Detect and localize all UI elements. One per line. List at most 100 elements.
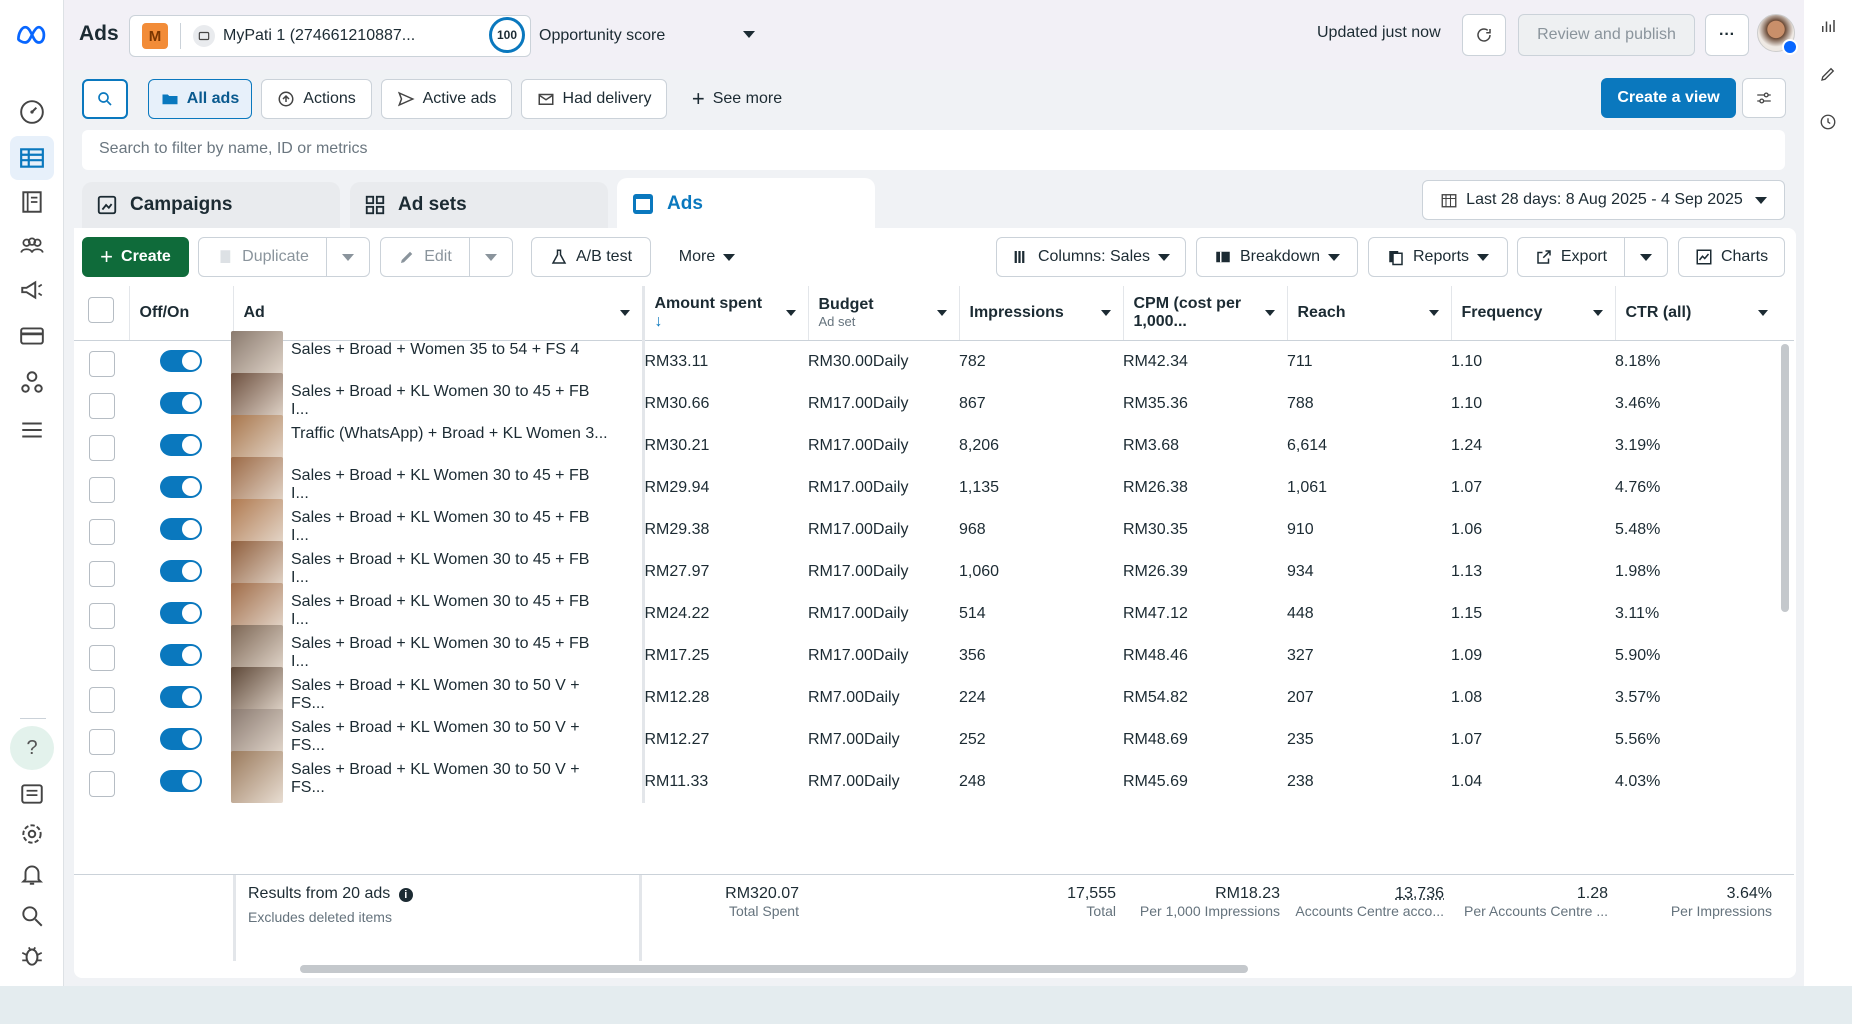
- tab-ad-sets[interactable]: Ad sets: [350, 182, 608, 228]
- filter-settings-icon[interactable]: [1742, 78, 1786, 118]
- tab-ads[interactable]: Ads: [617, 178, 875, 230]
- opportunity-score[interactable]: 100 Opportunity score: [489, 17, 755, 55]
- reports-button[interactable]: Reports: [1368, 237, 1508, 277]
- sort-menu-icon[interactable]: [1758, 310, 1768, 316]
- search-button[interactable]: [82, 79, 128, 119]
- dashboard-gauge-icon[interactable]: [10, 90, 54, 134]
- row-toggle[interactable]: [129, 677, 233, 719]
- col-ad[interactable]: Ad: [233, 286, 645, 341]
- ad-name-cell[interactable]: Sales + Broad + KL Women 30 to 45 + FB I…: [231, 456, 645, 509]
- billing-card-icon[interactable]: [10, 314, 54, 358]
- sort-menu-icon[interactable]: [936, 310, 947, 316]
- ad-name-cell[interactable]: Sales + Broad + Women 35 to 54 + FS 4: [231, 330, 645, 383]
- col-frequency[interactable]: Frequency: [1451, 286, 1616, 341]
- export-button[interactable]: Export: [1517, 237, 1625, 277]
- refresh-button[interactable]: [1462, 14, 1506, 56]
- sort-menu-icon[interactable]: [1428, 310, 1439, 316]
- ad-name-cell[interactable]: Sales + Broad + KL Women 30 to 45 + FB I…: [231, 624, 645, 677]
- ab-test-button[interactable]: A/B test: [531, 237, 651, 277]
- sort-menu-icon[interactable]: [1592, 310, 1603, 316]
- edit-button[interactable]: Edit: [380, 237, 470, 277]
- bug-report-icon[interactable]: [10, 934, 54, 978]
- row-checkbox[interactable]: [74, 761, 129, 803]
- row-checkbox[interactable]: [74, 677, 129, 719]
- row-checkbox[interactable]: [74, 593, 129, 635]
- create-view-button[interactable]: Create a view: [1601, 78, 1736, 118]
- had-delivery-filter[interactable]: Had delivery: [521, 79, 667, 119]
- notifications-bell-icon[interactable]: [10, 852, 54, 896]
- row-checkbox[interactable]: [74, 635, 129, 677]
- columns-button[interactable]: Columns: Sales: [996, 237, 1186, 277]
- sort-menu-icon[interactable]: [1264, 310, 1275, 316]
- table-row[interactable]: Sales + Broad + KL Women 30 to 45 + FB I…: [74, 624, 1794, 677]
- sort-menu-icon[interactable]: [619, 310, 630, 316]
- horizontal-scrollbar[interactable]: [300, 965, 1248, 973]
- table-row[interactable]: Sales + Broad + KL Women 30 to 45 + FB I…: [74, 582, 1794, 635]
- actions-filter[interactable]: Actions: [261, 79, 372, 119]
- active-ads-filter[interactable]: Active ads: [381, 79, 512, 119]
- row-checkbox[interactable]: [74, 383, 129, 425]
- table-row[interactable]: Sales + Broad + KL Women 30 to 50 V + FS…: [74, 750, 1794, 803]
- col-budget[interactable]: Budget Ad set: [808, 286, 960, 341]
- help-icon[interactable]: ?: [10, 726, 54, 770]
- see-more-button[interactable]: + See more: [680, 79, 794, 119]
- row-toggle[interactable]: [129, 509, 233, 551]
- col-reach[interactable]: Reach: [1287, 286, 1452, 341]
- col-ctr[interactable]: CTR (all): [1615, 286, 1794, 341]
- sort-menu-icon[interactable]: [785, 310, 796, 316]
- row-toggle[interactable]: [129, 593, 233, 635]
- pencil-icon[interactable]: [1806, 52, 1850, 96]
- settings-gear-icon[interactable]: [10, 812, 54, 856]
- duplicate-button[interactable]: Duplicate: [198, 237, 327, 277]
- col-amount-spent[interactable]: Amount spent ↓: [643, 286, 809, 341]
- row-checkbox[interactable]: [74, 719, 129, 761]
- filter-search-input[interactable]: Search to filter by name, ID or metrics: [82, 130, 1785, 170]
- ad-name-cell[interactable]: Sales + Broad + KL Women 30 to 45 + FB I…: [231, 582, 645, 635]
- all-ads-filter[interactable]: All ads: [148, 79, 252, 119]
- news-feed-icon[interactable]: [10, 772, 54, 816]
- ad-name-cell[interactable]: Sales + Broad + KL Women 30 to 50 V + FS…: [231, 708, 645, 761]
- review-publish-button[interactable]: Review and publish: [1518, 14, 1695, 56]
- table-row[interactable]: Sales + Broad + KL Women 30 to 50 V + FS…: [74, 708, 1794, 761]
- menu-icon[interactable]: [10, 408, 54, 452]
- ad-name-cell[interactable]: Sales + Broad + KL Women 30 to 45 + FB I…: [231, 540, 645, 593]
- charts-button[interactable]: Charts: [1678, 237, 1785, 277]
- audiences-people-icon[interactable]: [10, 224, 54, 268]
- more-button[interactable]: More: [664, 237, 750, 277]
- ads-manager-table-icon[interactable]: [10, 136, 54, 180]
- meta-logo-icon[interactable]: [10, 12, 54, 56]
- info-icon[interactable]: i: [398, 888, 413, 902]
- col-cpm[interactable]: CPM (cost per 1,000...: [1123, 286, 1288, 341]
- row-checkbox[interactable]: [74, 425, 129, 467]
- table-row[interactable]: Sales + Broad + KL Women 30 to 50 V + FS…: [74, 666, 1794, 719]
- date-range-picker[interactable]: Last 28 days: 8 Aug 2025 - 4 Sep 2025: [1422, 180, 1785, 220]
- ad-name-cell[interactable]: Traffic (WhatsApp) + Broad + KL Women 3.…: [231, 414, 645, 467]
- edit-dropdown[interactable]: [469, 237, 513, 277]
- user-avatar[interactable]: [1757, 14, 1798, 55]
- ad-name-cell[interactable]: Sales + Broad + KL Women 30 to 50 V + FS…: [231, 750, 645, 803]
- col-impressions[interactable]: Impressions: [959, 286, 1124, 341]
- table-row[interactable]: Sales + Broad + KL Women 30 to 45 + FB I…: [74, 498, 1794, 551]
- ad-name-cell[interactable]: Sales + Broad + KL Women 30 to 45 + FB I…: [231, 372, 645, 425]
- ad-name-cell[interactable]: Sales + Broad + KL Women 30 to 45 + FB I…: [231, 498, 645, 551]
- events-manager-icon[interactable]: [10, 360, 54, 404]
- table-row[interactable]: Sales + Broad + Women 35 to 54 + FS 4 RM3…: [74, 330, 1794, 383]
- vertical-scrollbar[interactable]: [1781, 344, 1789, 612]
- ad-name-cell[interactable]: Sales + Broad + KL Women 30 to 50 V + FS…: [231, 666, 645, 719]
- sort-menu-icon[interactable]: [1100, 310, 1111, 316]
- history-clock-icon[interactable]: [1806, 100, 1850, 144]
- row-checkbox[interactable]: [74, 551, 129, 593]
- megaphone-icon[interactable]: [10, 268, 54, 312]
- select-all-checkbox[interactable]: [74, 286, 130, 341]
- row-toggle[interactable]: [129, 340, 233, 383]
- search-icon[interactable]: [10, 894, 54, 938]
- pages-book-icon[interactable]: [10, 180, 54, 224]
- bar-chart-icon[interactable]: [1806, 4, 1850, 48]
- row-toggle[interactable]: [129, 383, 233, 425]
- table-row[interactable]: Sales + Broad + KL Women 30 to 45 + FB I…: [74, 540, 1794, 593]
- col-offon[interactable]: Off/On: [129, 286, 234, 341]
- row-toggle[interactable]: [129, 467, 233, 509]
- create-button[interactable]: + Create: [82, 237, 189, 277]
- row-toggle[interactable]: [129, 425, 233, 467]
- row-checkbox[interactable]: [74, 340, 129, 383]
